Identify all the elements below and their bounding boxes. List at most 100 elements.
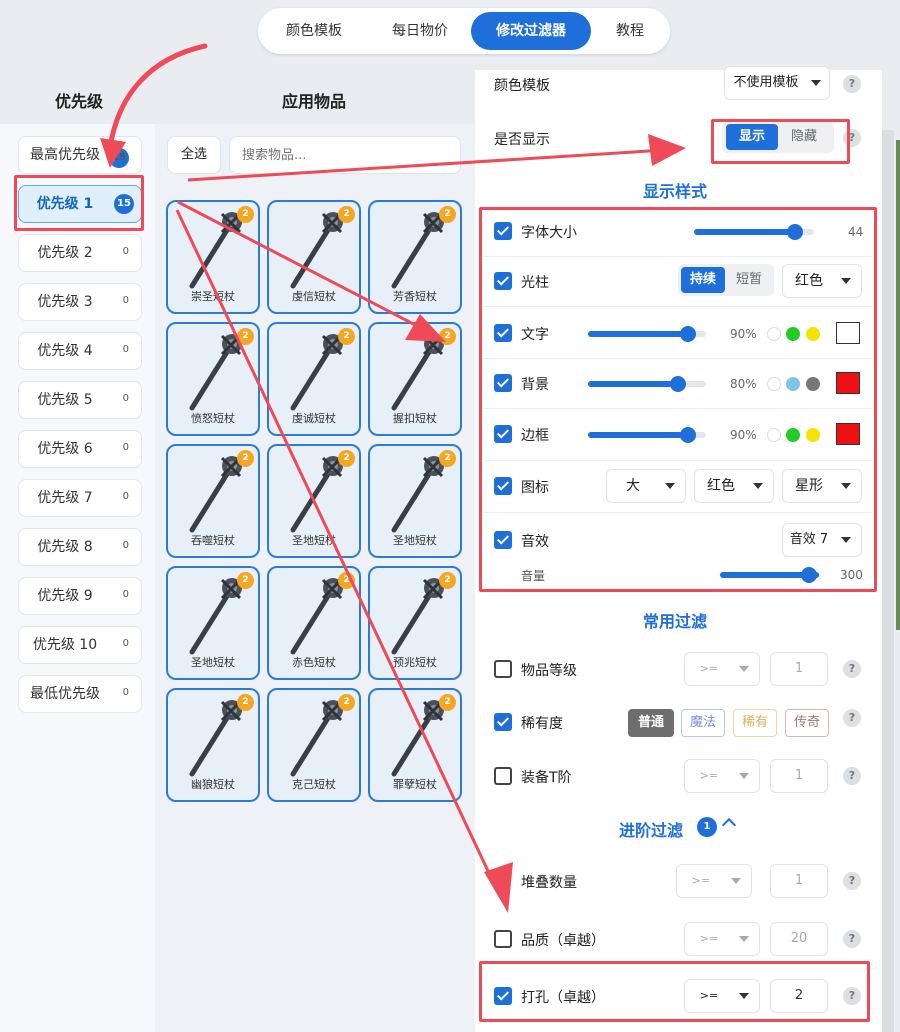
rarity-legendary-button[interactable]: 传奇 <box>785 709 829 737</box>
border-color-dot-green[interactable] <box>786 428 800 442</box>
help-icon[interactable]: ? <box>843 709 861 727</box>
help-icon[interactable]: ? <box>843 987 861 1005</box>
sound-checkbox[interactable] <box>494 531 512 549</box>
tab-tutorial[interactable]: 教程 <box>592 12 668 50</box>
priority-item[interactable]: 优先级 4 0 <box>18 332 142 370</box>
item-card[interactable]: 2 圣地短杖 <box>166 566 260 680</box>
text-color-dot-yellow[interactable] <box>806 327 820 341</box>
stack-operator[interactable]: >= <box>676 864 752 898</box>
quality-operator[interactable]: >= <box>684 922 760 956</box>
item-card[interactable]: 2 克己短杖 <box>267 688 361 802</box>
item-level-input[interactable]: 1 <box>770 652 828 686</box>
priority-item[interactable]: 最高优先级 15 <box>18 136 142 174</box>
font-size-slider-knob[interactable] <box>786 224 803 240</box>
beam-checkbox[interactable] <box>494 272 512 290</box>
item-name: 赤色短杖 <box>292 656 336 669</box>
tab-color-template[interactable]: 颜色模板 <box>262 12 366 50</box>
tier-checkbox[interactable] <box>494 767 512 785</box>
show-option[interactable]: 显示 <box>726 124 778 150</box>
advanced-filter-title[interactable]: 进阶过滤 <box>619 817 683 841</box>
priority-item-count: 0 <box>122 540 129 551</box>
priority-item[interactable]: 优先级 3 0 <box>18 283 142 321</box>
background-color-dot-white[interactable] <box>767 377 781 391</box>
help-icon[interactable]: ? <box>843 129 861 147</box>
item-card[interactable]: 2 吞噬短杖 <box>166 444 260 558</box>
background-color-dot-lightblue[interactable] <box>786 377 800 391</box>
help-icon[interactable]: ? <box>843 767 861 785</box>
border-color-dot-yellow[interactable] <box>806 428 820 442</box>
settings-scrollbar[interactable] <box>882 130 894 1032</box>
item-card[interactable]: 2 圣地短杖 <box>267 444 361 558</box>
text-color-dot-white[interactable] <box>767 327 781 341</box>
search-input[interactable] <box>229 136 461 174</box>
rarity-rare-button[interactable]: 稀有 <box>733 709 777 737</box>
background-color-swatch[interactable] <box>836 372 860 394</box>
priority-item-label: 最高优先级 <box>30 147 100 163</box>
help-icon[interactable]: ? <box>843 75 861 93</box>
beam-option-brief[interactable]: 短暂 <box>727 267 771 293</box>
text-color-swatch[interactable] <box>836 322 860 344</box>
item-level-checkbox[interactable] <box>494 660 512 678</box>
background-color-dot-gray[interactable] <box>806 377 820 391</box>
color-template-select[interactable]: 不使用模板 <box>724 66 830 100</box>
priority-item[interactable]: 优先级 10 0 <box>18 626 142 664</box>
rarity-normal-button[interactable]: 普通 <box>628 709 674 737</box>
item-card[interactable]: 2 愤怒短杖 <box>166 322 260 436</box>
hide-option[interactable]: 隐藏 <box>778 124 830 150</box>
priority-item[interactable]: 优先级 8 0 <box>18 528 142 566</box>
help-icon[interactable]: ? <box>843 930 861 948</box>
priority-item[interactable]: 最低优先级 0 <box>18 675 142 713</box>
item-card[interactable]: 2 握扣短杖 <box>368 322 462 436</box>
text-color-dot-green[interactable] <box>786 327 800 341</box>
item-card[interactable]: 2 圣地短杖 <box>368 444 462 558</box>
quality-checkbox[interactable] <box>494 930 512 948</box>
priority-item[interactable]: 优先级 2 0 <box>18 234 142 272</box>
sockets-checkbox[interactable] <box>494 987 512 1005</box>
icon-checkbox[interactable] <box>494 477 512 495</box>
priority-item[interactable]: 优先级 5 0 <box>18 381 142 419</box>
beam-option-persistent[interactable]: 持续 <box>681 267 725 293</box>
border-checkbox[interactable] <box>494 425 512 443</box>
tab-daily-prices[interactable]: 每日物价 <box>368 12 472 50</box>
sound-select[interactable]: 音效 7 <box>782 523 862 557</box>
item-card[interactable]: 2 崇圣短杖 <box>166 200 260 314</box>
item-card[interactable]: 2 预兆短杖 <box>368 566 462 680</box>
stack-input[interactable]: 1 <box>770 864 828 898</box>
border-color-dot-white[interactable] <box>767 428 781 442</box>
icon-size-select[interactable]: 大 <box>606 469 686 503</box>
help-icon[interactable]: ? <box>843 660 861 678</box>
text-checkbox[interactable] <box>494 324 512 342</box>
icon-color-select[interactable]: 红色 <box>694 469 774 503</box>
background-opacity-slider[interactable] <box>588 381 706 387</box>
icon-shape-select[interactable]: 星形 <box>782 469 862 503</box>
rarity-checkbox[interactable] <box>494 713 512 731</box>
item-card[interactable]: 2 赤色短杖 <box>267 566 361 680</box>
sockets-input[interactable]: 2 <box>770 979 828 1013</box>
volume-knob[interactable] <box>801 567 817 583</box>
tier-label: 装备T阶 <box>521 770 572 786</box>
priority-item[interactable]: 优先级 1 15 <box>18 185 142 223</box>
item-level-operator[interactable]: >= <box>684 652 760 686</box>
help-icon[interactable]: ? <box>843 872 861 890</box>
beam-color-select[interactable]: 红色 <box>782 264 862 298</box>
border-color-swatch[interactable] <box>836 423 860 445</box>
background-checkbox[interactable] <box>494 374 512 392</box>
tier-input[interactable]: 1 <box>770 759 828 793</box>
sockets-operator[interactable]: >= <box>684 979 760 1013</box>
tab-edit-filter[interactable]: 修改过滤器 <box>471 12 591 50</box>
priority-item[interactable]: 优先级 6 0 <box>18 430 142 468</box>
background-opacity-knob[interactable] <box>669 376 686 392</box>
item-card[interactable]: 2 罪孽短杖 <box>368 688 462 802</box>
quality-input[interactable]: 20 <box>770 922 828 956</box>
select-all-button[interactable]: 全选 <box>167 136 221 174</box>
item-card[interactable]: 2 虔诚短杖 <box>267 322 361 436</box>
font-size-checkbox[interactable] <box>494 222 512 240</box>
tier-operator[interactable]: >= <box>684 759 760 793</box>
item-card[interactable]: 2 虔信短杖 <box>267 200 361 314</box>
rarity-magic-button[interactable]: 魔法 <box>681 709 725 737</box>
item-card[interactable]: 2 幽狼短杖 <box>166 688 260 802</box>
chevron-down-icon <box>753 483 763 489</box>
priority-item[interactable]: 优先级 7 0 <box>18 479 142 517</box>
priority-item[interactable]: 优先级 9 0 <box>18 577 142 615</box>
item-card[interactable]: 2 芳香短杖 <box>368 200 462 314</box>
